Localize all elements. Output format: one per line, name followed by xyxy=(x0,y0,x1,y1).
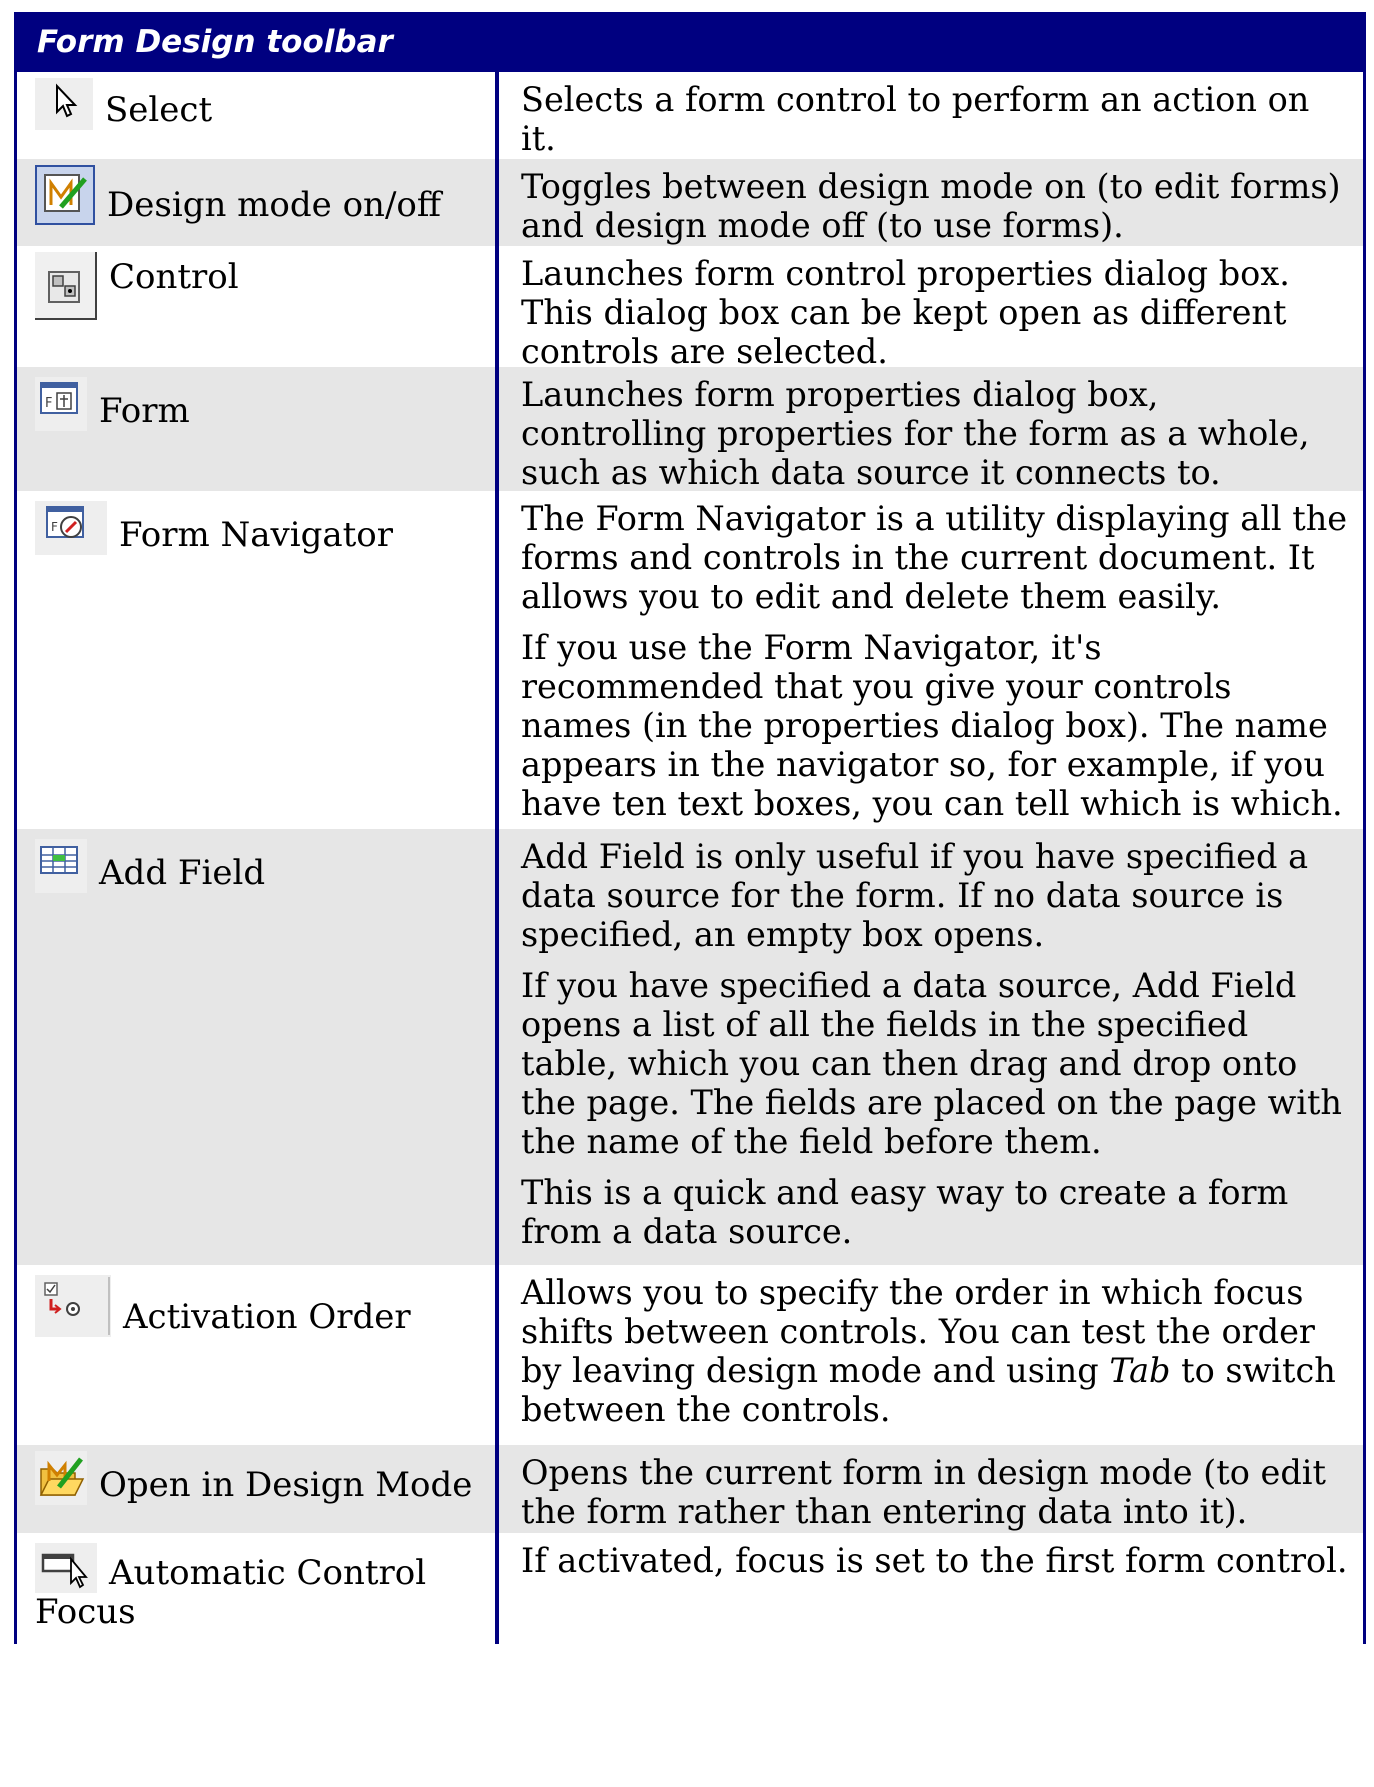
description-text: Launches form properties dialog box, con… xyxy=(521,375,1310,492)
table-row: F Form Navigator The Form Navigator is a… xyxy=(17,491,1363,829)
row-label-cell: Add Field xyxy=(17,829,499,1265)
row-label-cell: F Form Navigator xyxy=(17,491,499,829)
svg-text:F: F xyxy=(45,396,52,411)
table-title: Form Design toolbar xyxy=(17,12,1363,72)
row-label: Add Field xyxy=(99,853,266,893)
table-row: Activation Order Allows you to specify t… xyxy=(17,1265,1363,1445)
description-text: Launches form control properties dialog … xyxy=(521,254,1290,371)
row-label: Activation Order xyxy=(123,1297,411,1337)
row-description-cell: Opens the current form in design mode (t… xyxy=(499,1445,1363,1533)
design-mode-icon xyxy=(35,165,95,225)
row-label: Control xyxy=(109,257,239,297)
row-label: Design mode on/off xyxy=(107,185,442,225)
row-description-cell: Toggles between design mode on (to edit … xyxy=(499,159,1363,246)
row-label: Form xyxy=(99,391,190,431)
automatic-control-focus-icon xyxy=(35,1543,97,1593)
row-label-cell: Activation Order xyxy=(17,1265,499,1445)
row-label: Open in Design Mode xyxy=(99,1465,473,1505)
form-properties-icon: F xyxy=(35,377,87,431)
row-description-cell: The Form Navigator is a utility displayi… xyxy=(499,491,1363,829)
description-text: Allows you to specify the order in which… xyxy=(521,1273,1349,1429)
row-description-cell: Launches form control properties dialog … xyxy=(499,246,1363,371)
svg-text:F: F xyxy=(51,520,58,534)
row-description-cell: If activated, focus is set to the first … xyxy=(499,1533,1363,1644)
description-text: Toggles between design mode on (to edit … xyxy=(521,167,1341,245)
description-text: If you have specified a data source, Add… xyxy=(521,966,1342,1161)
row-label-cell: Control xyxy=(17,246,499,367)
form-navigator-icon: F xyxy=(35,501,107,555)
select-pointer-icon xyxy=(35,78,93,130)
description-text: Opens the current form in design mode (t… xyxy=(521,1453,1326,1531)
table-row: Design mode on/off Toggles between desig… xyxy=(17,159,1363,246)
row-label-cell: Design mode on/off xyxy=(17,159,499,246)
row-description-cell: Allows you to specify the order in which… xyxy=(499,1265,1363,1445)
row-description-cell: Selects a form control to perform an act… xyxy=(499,72,1363,159)
control-properties-icon xyxy=(35,252,97,320)
description-text: Add Field is only useful if you have spe… xyxy=(521,837,1309,954)
open-design-mode-icon xyxy=(35,1451,87,1505)
table-row: Select Selects a form control to perform… xyxy=(17,72,1363,159)
table-row: F Form Launches form properties dialog b… xyxy=(17,367,1363,492)
form-design-toolbar-table: Form Design toolbar Select Selects a for… xyxy=(14,12,1366,1644)
row-label: Form Navigator xyxy=(119,515,394,555)
row-label-cell: F Form xyxy=(17,367,499,491)
table-row: Control Launches form control properties… xyxy=(17,246,1363,371)
description-text: This is a quick and easy way to create a… xyxy=(521,1173,1289,1251)
description-text: If activated, focus is set to the first … xyxy=(521,1541,1348,1580)
table-row: Automatic Control Focus If activated, fo… xyxy=(17,1533,1363,1644)
row-label-cell: Select xyxy=(17,72,499,159)
row-description-cell: Launches form properties dialog box, con… xyxy=(499,367,1363,492)
table-row: Open in Design Mode Opens the current fo… xyxy=(17,1445,1363,1533)
row-label-cell: Automatic Control Focus xyxy=(17,1533,499,1644)
table-row: Add Field Add Field is only useful if yo… xyxy=(17,829,1363,1265)
row-label-cell: Open in Design Mode xyxy=(17,1445,499,1533)
description-text: Selects a form control to perform an act… xyxy=(521,80,1310,158)
tab-key-text: Tab xyxy=(1109,1351,1171,1390)
row-description-cell: Add Field is only useful if you have spe… xyxy=(499,829,1363,1265)
description-text: If you use the Form Navigator, it's reco… xyxy=(521,628,1343,823)
add-field-icon xyxy=(35,839,87,893)
activation-order-icon xyxy=(35,1275,111,1337)
row-label: Select xyxy=(105,90,213,130)
description-text: The Form Navigator is a utility displayi… xyxy=(521,499,1348,616)
